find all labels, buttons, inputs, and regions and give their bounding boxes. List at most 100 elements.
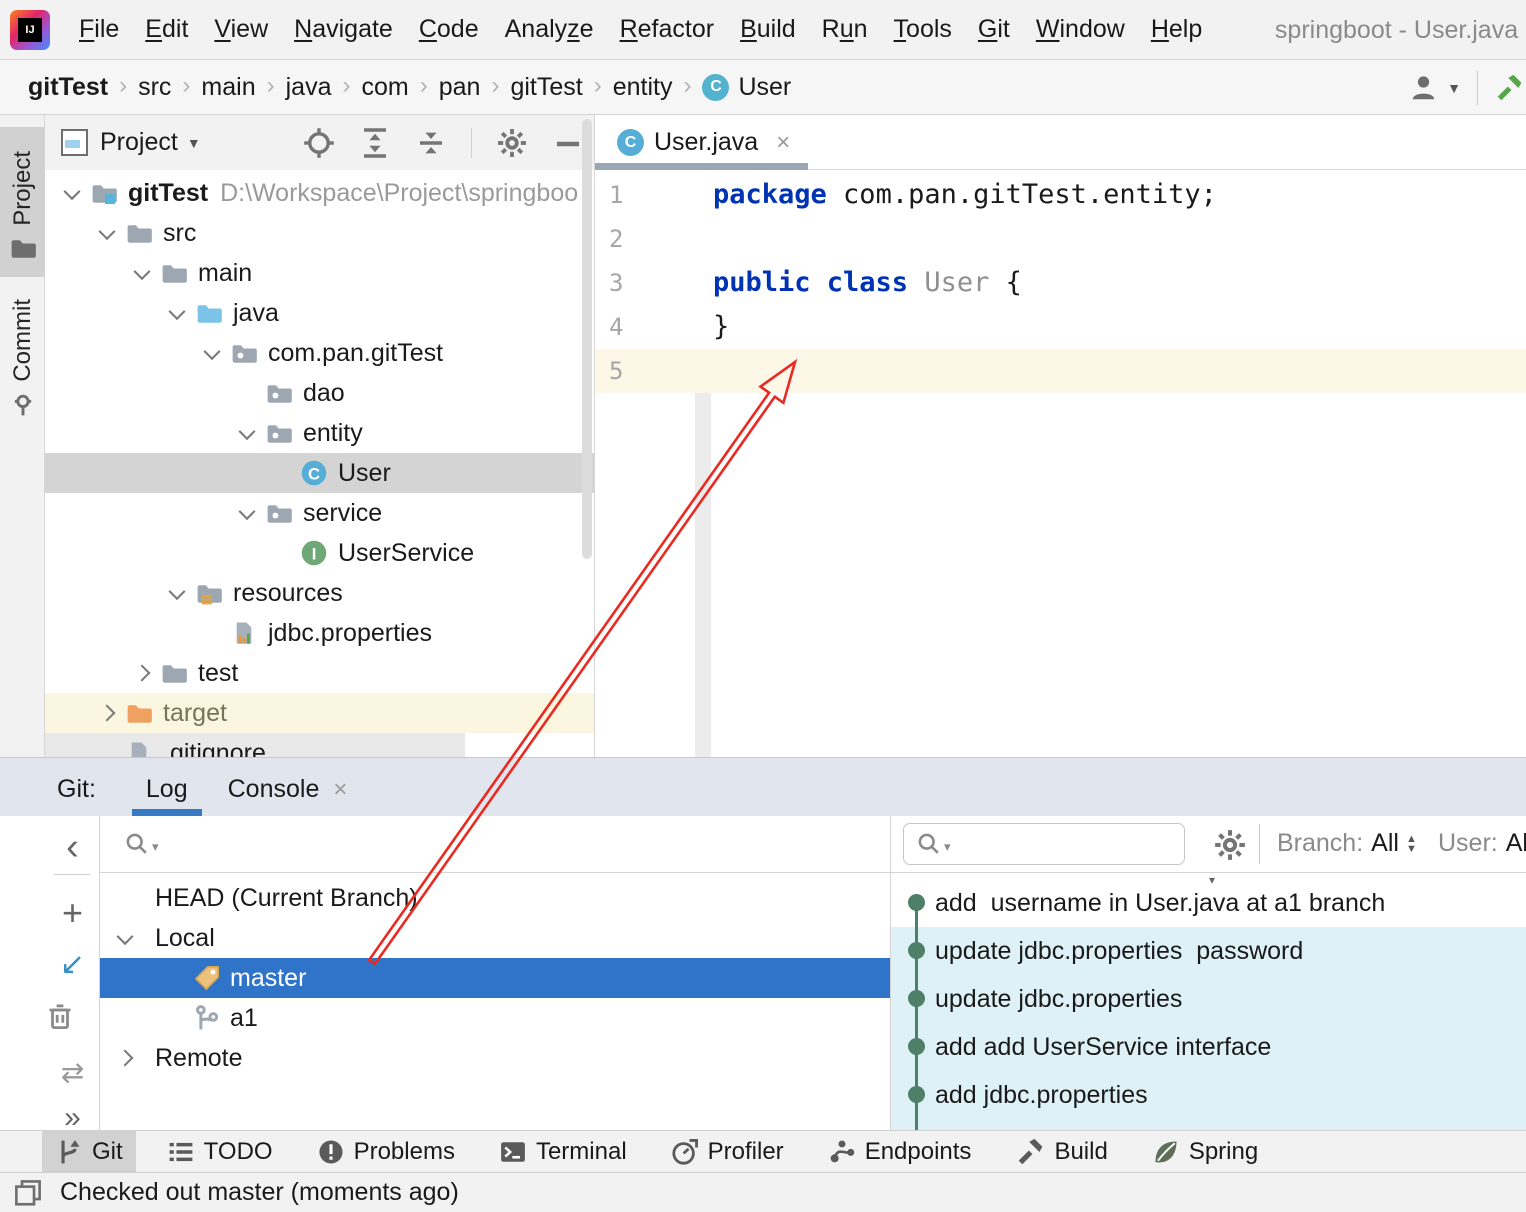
settings-icon[interactable] <box>496 127 528 159</box>
menu-git[interactable]: Git <box>967 9 1021 50</box>
chevron-right-icon[interactable] <box>90 707 124 719</box>
breadcrumb-item-gittest[interactable]: gitTest <box>28 73 108 102</box>
commit-search-field[interactable]: ▾ <box>903 823 1185 865</box>
menu-file[interactable]: File <box>68 9 130 50</box>
close-tab-icon[interactable]: × <box>776 129 790 157</box>
chevron-down-icon[interactable] <box>125 267 159 279</box>
code-line-1[interactable]: package com.pan.gitTest.entity; <box>713 173 1217 217</box>
tool-button-terminal[interactable]: Terminal <box>486 1131 640 1173</box>
menu-navigate[interactable]: Navigate <box>283 9 404 50</box>
close-icon[interactable]: × <box>333 776 347 804</box>
tool-button-todo[interactable]: TODO <box>154 1131 286 1173</box>
tree-row-gittest[interactable]: gitTestD:\Workspace\Project\springboo <box>45 173 594 213</box>
tree-row-jdbc-properties[interactable]: jdbc.properties <box>45 613 594 653</box>
tree-row-user[interactable]: CUser <box>45 453 594 493</box>
user-filter[interactable]: User: Al <box>1438 829 1526 858</box>
commit-row[interactable]: add jdbc.properties <box>891 1071 1526 1119</box>
expand-all-icon[interactable] <box>359 127 391 159</box>
tool-button-spring[interactable]: Spring <box>1139 1131 1271 1173</box>
breadcrumb-item-gittest[interactable]: gitTest <box>510 73 582 102</box>
branch-row-master[interactable]: master <box>100 958 890 998</box>
collapse-all-icon[interactable] <box>415 127 447 159</box>
editor-tab-user-java[interactable]: C User.java × <box>595 115 808 170</box>
tree-row-target[interactable]: target <box>45 693 594 733</box>
tree-scrollbar[interactable] <box>582 119 592 559</box>
tree-row-entity[interactable]: entity <box>45 413 594 453</box>
menu-view[interactable]: View <box>203 9 279 50</box>
hide-icon[interactable] <box>552 127 584 159</box>
tree-row-service[interactable]: service <box>45 493 594 533</box>
tree-row-src[interactable]: src <box>45 213 594 253</box>
tree-label: jdbc.properties <box>268 619 432 648</box>
add-branch-icon[interactable]: + <box>45 896 100 930</box>
git-tab-log[interactable]: Log <box>126 775 208 816</box>
breadcrumb-item-java[interactable]: java <box>286 73 332 102</box>
project-panel-title[interactable]: Project <box>100 128 178 157</box>
chevron-down-icon[interactable] <box>108 932 142 944</box>
chevron-right-icon[interactable] <box>108 1052 142 1064</box>
branch-row-a1[interactable]: a1 <box>100 998 890 1038</box>
delete-icon[interactable] <box>45 1001 100 1031</box>
chevron-down-icon[interactable] <box>230 427 264 439</box>
compare-icon[interactable]: ⇄ <box>45 1056 100 1090</box>
breadcrumb-item-user[interactable]: CUser <box>702 73 791 102</box>
menu-help[interactable]: Help <box>1140 9 1213 50</box>
tree-row-java[interactable]: java <box>45 293 594 333</box>
tree-row-dao[interactable]: dao <box>45 373 594 413</box>
project-tool-window: Project ▼ gitTestD:\Workspace\Project\sp… <box>45 115 595 757</box>
locate-icon[interactable] <box>303 127 335 159</box>
build-hammer-icon[interactable] <box>1494 73 1524 103</box>
breadcrumb-item-main[interactable]: main <box>201 73 255 102</box>
menu-refactor[interactable]: Refactor <box>609 9 726 50</box>
branch-filter[interactable]: Branch: All ▲▼ <box>1277 829 1417 858</box>
menu-run[interactable]: Run <box>811 9 879 50</box>
tool-button-build[interactable]: Build <box>1002 1131 1120 1173</box>
sidebar-item-commit[interactable]: Commit <box>0 283 45 433</box>
code-line-4[interactable]: } <box>713 305 729 349</box>
breadcrumb-item-src[interactable]: src <box>138 73 171 102</box>
menu-window[interactable]: Window <box>1025 9 1136 50</box>
commit-row[interactable]: update jdbc.properties password <box>891 927 1526 975</box>
menu-tools[interactable]: Tools <box>883 9 963 50</box>
branch-search-field[interactable]: ▾ <box>100 816 890 873</box>
tree-row-test[interactable]: test <box>45 653 594 693</box>
menu-edit[interactable]: Edit <box>134 9 199 50</box>
back-icon[interactable]: ‹ <box>45 830 100 864</box>
menu-build[interactable]: Build <box>729 9 807 50</box>
menu-code[interactable]: Code <box>408 9 490 50</box>
chevron-down-icon[interactable] <box>90 227 124 239</box>
chevron-down-icon[interactable] <box>195 347 229 359</box>
chevron-down-icon[interactable] <box>230 507 264 519</box>
tree-row-com-pan-gittest[interactable]: com.pan.gitTest <box>45 333 594 373</box>
sidebar-item-project[interactable]: Project <box>0 127 45 277</box>
tool-button-problems[interactable]: Problems <box>304 1131 468 1173</box>
branch-row-remote[interactable]: Remote <box>100 1038 890 1078</box>
tree-row-userservice[interactable]: IUserService <box>45 533 594 573</box>
restore-windows-icon[interactable] <box>12 1178 44 1208</box>
editor-area[interactable]: 1package com.pan.gitTest.entity;23public… <box>595 115 1526 757</box>
breadcrumb-item-entity[interactable]: entity <box>613 73 673 102</box>
active-tab-underline <box>595 163 808 170</box>
chevron-down-icon[interactable] <box>160 587 194 599</box>
breadcrumb-item-pan[interactable]: pan <box>439 73 481 102</box>
commit-row[interactable]: update jdbc.properties <box>891 975 1526 1023</box>
commit-row[interactable]: add username in User.java at a1 branch <box>891 879 1526 927</box>
tree-row-gitignore[interactable]: .gitignore <box>45 733 465 757</box>
code-line-3[interactable]: public class User { <box>713 261 1022 305</box>
menu-analyze[interactable]: Analyze <box>494 9 605 50</box>
chevron-right-icon[interactable] <box>125 667 159 679</box>
tool-button-profiler[interactable]: Profiler <box>658 1131 797 1173</box>
branch-row-local[interactable]: Local <box>100 918 890 958</box>
git-tab-console[interactable]: Console× <box>208 775 368 816</box>
commit-row[interactable]: add add UserService interface <box>891 1023 1526 1071</box>
breadcrumb-item-com[interactable]: com <box>361 73 408 102</box>
chevron-down-icon[interactable] <box>55 187 89 199</box>
tool-button-git[interactable]: Git <box>42 1131 136 1173</box>
user-account-icon[interactable] <box>1409 73 1441 103</box>
tree-row-resources[interactable]: resources <box>45 573 594 613</box>
chevron-down-icon[interactable] <box>160 307 194 319</box>
checkout-icon[interactable]: ↙ <box>45 948 100 982</box>
tree-row-main[interactable]: main <box>45 253 594 293</box>
tool-button-endpoints[interactable]: Endpoints <box>815 1131 985 1173</box>
branch-row-head-current-branch[interactable]: HEAD (Current Branch) <box>100 878 890 918</box>
